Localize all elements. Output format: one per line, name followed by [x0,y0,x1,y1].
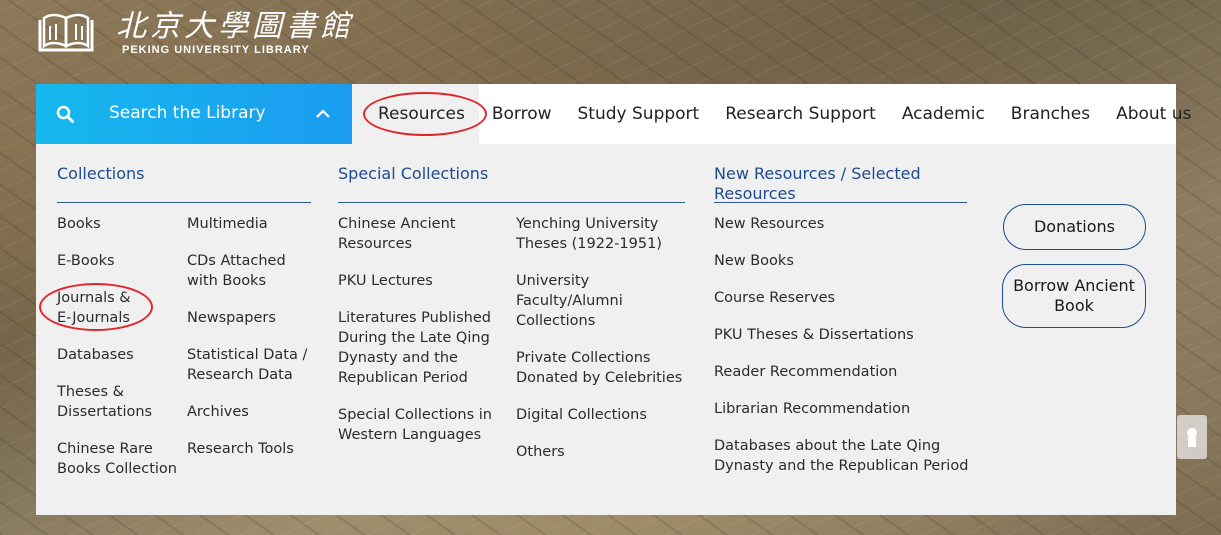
new-resources-heading[interactable]: New Resources / Selected Resources [714,164,921,204]
link-newspapers[interactable]: Newspapers [187,308,276,328]
chevron-up-icon[interactable] [314,105,332,123]
search-icon [56,105,74,123]
nav-study-support[interactable]: Study Support [565,84,713,144]
new-resources-divider [714,202,967,203]
book-emblem-icon [38,13,94,52]
link-western-languages[interactable]: Special Collections in Western Languages [338,405,492,445]
link-books[interactable]: Books [57,214,101,234]
donations-button[interactable]: Donations [1003,204,1146,250]
pin-icon [1187,428,1197,447]
link-pku-theses[interactable]: PKU Theses & Dissertations [714,325,914,345]
link-theses-dissertations[interactable]: Theses & Dissertations [57,382,152,422]
nav-branches[interactable]: Branches [998,84,1103,144]
link-private-collections[interactable]: Private Collections Donated by Celebriti… [516,348,682,388]
link-databases-late-qing[interactable]: Databases about the Late Qing Dynasty an… [714,436,968,476]
library-logo[interactable]: 北京大學圖書館 PEKING UNIVERSITY LIBRARY [36,10,354,56]
link-chinese-rare-books[interactable]: Chinese Rare Books Collection [57,439,177,479]
link-archives[interactable]: Archives [187,402,249,422]
nav-academic[interactable]: Academic [889,84,998,144]
link-yenching-theses[interactable]: Yenching University Theses (1922-1951) [516,214,662,254]
link-databases[interactable]: Databases [57,345,134,365]
link-journals-e-journals[interactable]: Journals & E-Journals [57,288,131,328]
search-the-library-label: Search the Library [109,103,266,123]
borrow-ancient-book-button[interactable]: Borrow Ancient Book [1002,264,1146,328]
link-statistical-data[interactable]: Statistical Data / Research Data [187,345,307,385]
logo-english-name: PEKING UNIVERSITY LIBRARY [122,44,310,56]
nav-items: Resources Borrow Study Support Research … [352,84,1204,144]
link-pku-lectures[interactable]: PKU Lectures [338,271,433,291]
collections-heading[interactable]: Collections [57,164,144,184]
main-nav-bar: Search the Library Resources Borrow Stud… [36,84,1191,144]
link-new-books[interactable]: New Books [714,251,794,271]
link-others[interactable]: Others [516,442,565,462]
special-collections-heading[interactable]: Special Collections [338,164,488,184]
nav-about-us[interactable]: About us [1103,84,1204,144]
link-course-reserves[interactable]: Course Reserves [714,288,835,308]
collections-divider [57,202,311,203]
link-research-tools[interactable]: Research Tools [187,439,294,459]
search-the-library-toggle[interactable]: Search the Library [36,84,352,144]
link-literatures-late-qing[interactable]: Literatures Published During the Late Qi… [338,308,491,388]
nav-research-support[interactable]: Research Support [712,84,889,144]
nav-borrow[interactable]: Borrow [479,84,565,144]
link-digital-collections[interactable]: Digital Collections [516,405,647,425]
link-librarian-recommendation[interactable]: Librarian Recommendation [714,399,910,419]
resources-mega-menu: Search the Library Resources Borrow Stud… [36,84,1191,515]
logo-chinese-name: 北京大學圖書館 [116,9,354,44]
link-e-books[interactable]: E-Books [57,251,115,271]
special-collections-divider [338,202,685,203]
link-reader-recommendation[interactable]: Reader Recommendation [714,362,897,382]
link-new-resources[interactable]: New Resources [714,214,824,234]
link-multimedia[interactable]: Multimedia [187,214,268,234]
side-widget[interactable] [1177,415,1207,459]
nav-resources[interactable]: Resources [352,84,479,144]
link-chinese-ancient-resources[interactable]: Chinese Ancient Resources [338,214,455,254]
link-faculty-alumni-collections[interactable]: University Faculty/Alumni Collections [516,271,623,331]
link-cds-attached[interactable]: CDs Attached with Books [187,251,286,291]
